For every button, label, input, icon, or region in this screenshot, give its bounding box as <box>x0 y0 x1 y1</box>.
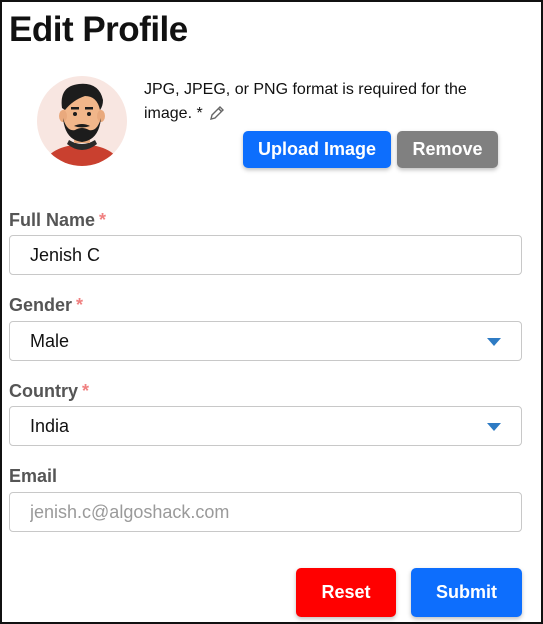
upload-image-button[interactable]: Upload Image <box>243 131 391 168</box>
full-name-input[interactable] <box>9 235 522 275</box>
country-select[interactable]: India <box>9 406 522 446</box>
email-label: Email <box>9 466 57 487</box>
edit-profile-panel: Edit Profile JPG, JPEG, or PNG format is… <box>0 0 543 624</box>
dropdown-arrow-icon[interactable] <box>487 423 501 431</box>
page-title: Edit Profile <box>9 10 188 49</box>
gender-selected-value: Male <box>30 330 70 351</box>
remove-image-button[interactable]: Remove <box>397 131 498 168</box>
full-name-label-text: Full Name <box>9 210 96 230</box>
gender-label-text: Gender <box>9 295 73 315</box>
dropdown-arrow-icon[interactable] <box>487 338 501 346</box>
reset-button[interactable]: Reset <box>296 568 396 617</box>
pencil-icon[interactable] <box>209 105 225 129</box>
submit-button[interactable]: Submit <box>411 568 522 617</box>
country-label-text: Country <box>9 381 78 401</box>
gender-select[interactable]: Male <box>9 321 522 361</box>
gender-label: Gender * <box>9 295 83 316</box>
required-marker: * <box>99 210 107 230</box>
email-input[interactable] <box>9 492 522 532</box>
required-marker: * <box>76 295 84 315</box>
required-marker: * <box>82 381 90 401</box>
image-format-note: JPG, JPEG, or PNG format is required for… <box>144 78 504 129</box>
country-label: Country * <box>9 381 89 402</box>
email-label-text: Email <box>9 466 58 486</box>
full-name-label: Full Name * <box>9 210 106 231</box>
avatar <box>37 74 127 169</box>
avatar-illustration <box>37 76 127 166</box>
image-format-note-text: JPG, JPEG, or PNG format is required for… <box>144 81 467 122</box>
country-selected-value: India <box>30 415 70 436</box>
